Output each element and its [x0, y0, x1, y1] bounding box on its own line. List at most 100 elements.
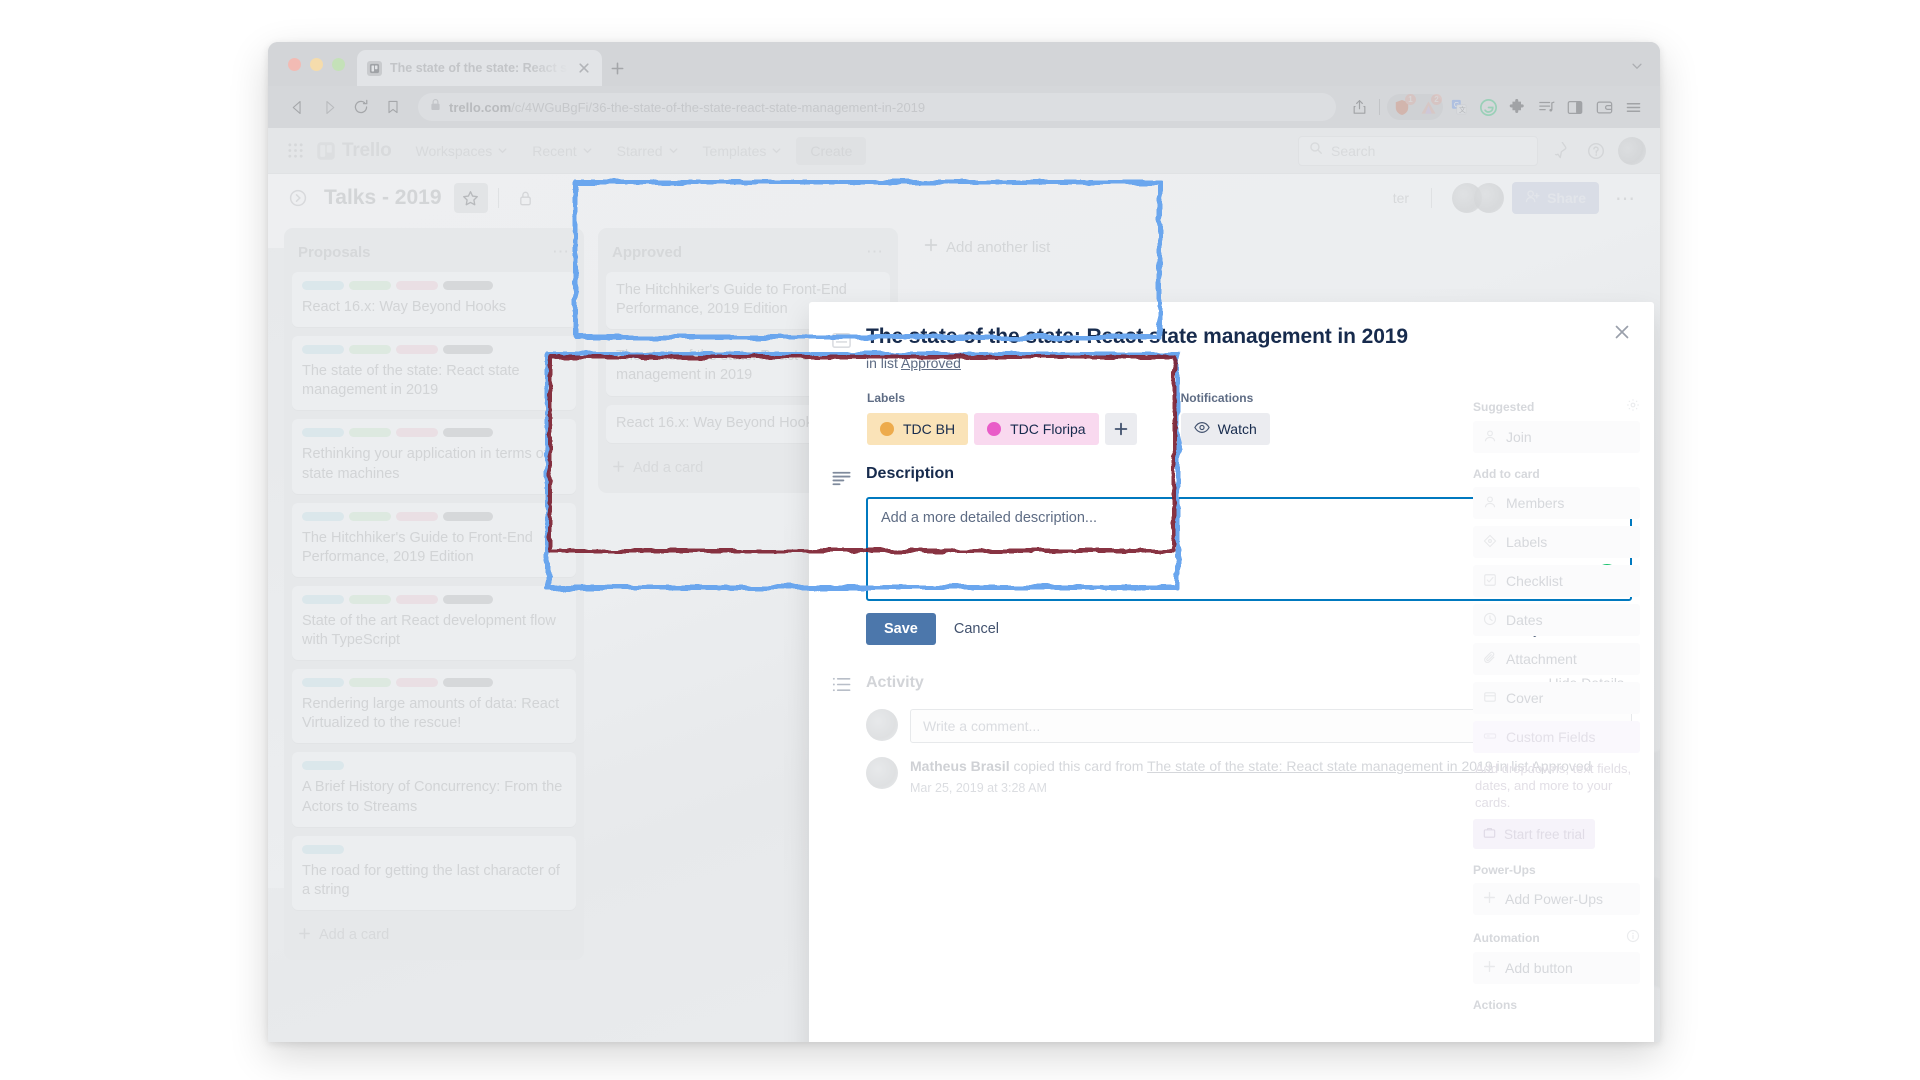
list-item[interactable]: State of the art React development flow … [292, 585, 576, 661]
share-icon[interactable] [1346, 94, 1372, 120]
nav-item-recent[interactable]: Recent [522, 137, 602, 165]
cancel-button[interactable]: Cancel [954, 621, 999, 637]
brave-ads-icon[interactable]: 2 [1415, 94, 1442, 120]
reload-icon[interactable] [346, 92, 376, 122]
extensions-puzzle-icon[interactable] [1504, 94, 1530, 120]
sidebar-item-attachment[interactable]: Attachment [1473, 643, 1640, 675]
minimize-window-button[interactable] [310, 57, 323, 71]
sidebar-item-custom-fields[interactable]: Custom Fields [1473, 721, 1640, 753]
card-labels [302, 678, 566, 688]
notifications-section: Notifications Watch [1180, 391, 1270, 446]
close-icon[interactable] [576, 60, 592, 76]
plus-icon[interactable] [1104, 413, 1137, 446]
wallet-icon[interactable] [1591, 94, 1617, 120]
list-item[interactable]: Rendering large amounts of data: React V… [292, 669, 576, 744]
avatar[interactable] [1618, 136, 1646, 165]
apps-grid-icon[interactable] [282, 138, 308, 164]
start-free-trial-button[interactable]: Start free trial [1473, 819, 1596, 850]
activity-author[interactable]: Matheus Brasil [910, 758, 1010, 774]
card-detail-modal: The state of the state: React state mana… [809, 302, 1654, 1042]
card-title: The Hitchhiker's Guide to Front-End Perf… [302, 529, 533, 565]
url-path: /c/4WGuBgFi/36-the-state-of-the-state-re… [511, 99, 926, 115]
sidebar-item-join[interactable]: Join [1473, 421, 1640, 453]
list-title[interactable]: Approved [612, 244, 682, 261]
avatar[interactable] [866, 757, 898, 790]
list-item[interactable]: Rethinking your application in terms of … [292, 419, 576, 494]
clock-icon [1483, 612, 1497, 629]
sidebar-item-dates[interactable]: Dates [1473, 604, 1640, 636]
browser-extensions-bar: 1 2 G 文 [1346, 94, 1646, 120]
nav-item-label: Workspaces [415, 142, 493, 159]
star-icon[interactable] [453, 183, 488, 213]
board-more-button[interactable]: ⋯ [1607, 186, 1644, 211]
nav-item-templates[interactable]: Templates [693, 137, 793, 165]
list-item[interactable]: The Hitchhiker's Guide to Front-End Perf… [292, 502, 576, 577]
add-card-button[interactable]: Add a card [292, 919, 576, 952]
list-item[interactable]: React 16.x: Way Beyond Hooks [292, 272, 576, 328]
list-more-button[interactable]: ⋯ [552, 242, 570, 262]
notifications-chips: Watch [1180, 413, 1270, 446]
sidebar-item-label: Dates [1506, 612, 1543, 628]
chevron-right-icon[interactable] [284, 184, 312, 212]
close-window-button[interactable] [288, 57, 301, 71]
sidebar-item-checklist[interactable]: Checklist [1473, 565, 1640, 597]
create-button[interactable]: Create [796, 136, 867, 165]
maximize-window-button[interactable] [332, 57, 345, 71]
list-item[interactable]: The state of the state: React state mana… [292, 336, 576, 411]
board-title[interactable]: Talks - 2019 [324, 186, 442, 210]
description-icon [831, 465, 852, 645]
sidebar-item-label: Members [1506, 495, 1565, 511]
menu-icon[interactable] [1620, 94, 1646, 120]
sidebar-item-add-power-ups[interactable]: Add Power-Ups [1473, 883, 1640, 916]
board-list: Proposals ⋯ React 16.x: Way Beyond Hooks [284, 228, 584, 960]
avatar[interactable] [866, 709, 898, 742]
url-input[interactable]: trello.com/c/4WGuBgFi/36-the-state-of-th… [418, 93, 1336, 121]
back-arrow-icon[interactable] [282, 92, 312, 122]
list-title[interactable]: Proposals [298, 244, 371, 261]
label-chip[interactable]: TDC BH [867, 413, 969, 446]
activity-action: copied this card from [1009, 758, 1148, 775]
watch-button[interactable]: Watch [1180, 413, 1270, 446]
save-button[interactable]: Save [866, 613, 936, 646]
forward-arrow-icon[interactable] [314, 92, 344, 122]
add-card-label: Add a card [633, 460, 704, 477]
avatar[interactable] [1474, 183, 1505, 213]
google-translate-icon[interactable]: G 文 [1446, 94, 1472, 120]
info-circle-icon[interactable] [1626, 929, 1640, 946]
chevron-down-icon[interactable] [1630, 59, 1644, 78]
filter-button[interactable]: ter [1383, 184, 1419, 212]
grammarly-icon[interactable] [1475, 94, 1501, 120]
list-item[interactable]: A Brief History of Concurrency: From the… [292, 752, 576, 827]
bookmark-icon[interactable] [378, 92, 408, 122]
list-item[interactable]: The road for getting the last character … [292, 835, 576, 910]
nav-item-starred[interactable]: Starred [607, 137, 689, 165]
brave-shield-icon[interactable]: 1 [1389, 94, 1416, 120]
search-input[interactable]: Search [1298, 135, 1538, 166]
add-card-label: Add a card [319, 927, 390, 944]
sidebar-icon[interactable] [1562, 94, 1588, 120]
share-button[interactable]: Share [1512, 182, 1599, 214]
gear-icon[interactable] [1626, 398, 1640, 415]
sidebar-item-add-button[interactable]: Add button [1473, 952, 1640, 985]
list-more-button[interactable]: ⋯ [866, 242, 884, 262]
board-members [1444, 183, 1505, 213]
add-another-list-button[interactable]: Add another list [912, 228, 1062, 266]
help-circle-icon[interactable] [1582, 137, 1610, 165]
in-list-link[interactable]: Approved [901, 355, 961, 371]
playlist-icon[interactable] [1533, 94, 1559, 120]
sidebar-item-cover[interactable]: Cover [1473, 682, 1640, 714]
label-chip[interactable]: TDC Floripa [974, 413, 1099, 446]
page-title[interactable]: The state of the state: React state mana… [866, 324, 1408, 350]
trello-logo[interactable]: Trello [316, 140, 392, 162]
browser-tab[interactable]: The state of the state: React st [357, 50, 602, 86]
bell-icon[interactable] [1546, 137, 1574, 165]
new-tab-button[interactable] [602, 50, 632, 86]
sidebar-item-labels[interactable]: Labels [1473, 526, 1640, 558]
activity-card-link[interactable]: The state of the state: React state mana… [1147, 758, 1493, 774]
nav-item-workspaces[interactable]: Workspaces [405, 137, 518, 165]
power-ups-heading: Power-Ups [1473, 863, 1536, 878]
lock-icon[interactable] [509, 183, 543, 213]
card-label [302, 594, 344, 604]
sidebar-item-members[interactable]: Members [1473, 487, 1640, 519]
description-placeholder: Add a more detailed description... [881, 510, 1098, 527]
